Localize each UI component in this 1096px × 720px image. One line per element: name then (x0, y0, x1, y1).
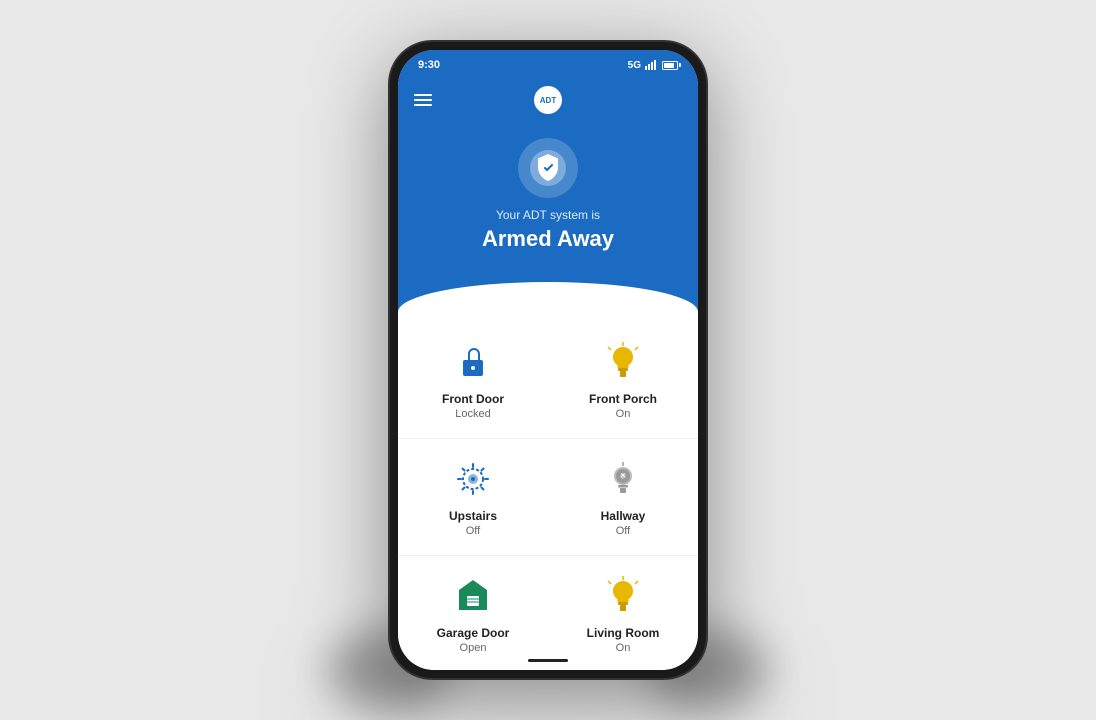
garage-door-icon (451, 574, 495, 618)
upstairs-icon (451, 457, 495, 501)
front-door-icon (451, 340, 495, 384)
garage-door-name: Garage Door (437, 626, 510, 640)
devices-section: Front Door Locked (398, 312, 698, 653)
status-bar: 9:30 5G (398, 50, 698, 78)
hallway-icon: × (601, 457, 645, 501)
status-time: 9:30 (418, 59, 440, 71)
hamburger-line (414, 99, 432, 101)
phone-body: 9:30 5G (388, 40, 708, 680)
wave-divider (398, 282, 698, 312)
hero-section: Your ADT system is Armed Away (398, 122, 698, 282)
home-bar (528, 659, 568, 662)
device-front-porch[interactable]: Front Porch On (548, 322, 698, 439)
device-front-door[interactable]: Front Door Locked (398, 322, 548, 439)
drag-handle[interactable] (536, 288, 560, 291)
device-living-room[interactable]: Living Room On (548, 556, 698, 653)
upstairs-name: Upstairs (449, 509, 497, 523)
phone-device: 9:30 5G (388, 40, 708, 680)
hamburger-line (414, 94, 432, 96)
hallway-name: Hallway (601, 509, 646, 523)
hamburger-line (414, 104, 432, 106)
living-room-icon (601, 574, 645, 618)
shield-icon (530, 150, 566, 186)
devices-grid: Front Door Locked (398, 322, 698, 653)
hero-subtitle: Your ADT system is (496, 208, 600, 222)
battery-icon (662, 61, 678, 70)
front-porch-icon (601, 340, 645, 384)
top-nav: ADT (398, 78, 698, 122)
hallway-status: Off (616, 525, 630, 537)
status-icons: 5G (628, 60, 678, 71)
front-porch-name: Front Porch (589, 392, 657, 406)
device-hallway[interactable]: × Hallway Off (548, 439, 698, 556)
adt-logo: ADT (532, 84, 564, 116)
hamburger-menu-button[interactable] (414, 94, 432, 106)
signal-strength-icon (645, 60, 656, 70)
garage-door-status: Open (460, 642, 487, 653)
living-room-name: Living Room (587, 626, 660, 640)
adt-logo-text: ADT (540, 96, 556, 105)
hero-title: Armed Away (482, 226, 614, 252)
device-upstairs[interactable]: Upstairs Off (398, 439, 548, 556)
front-door-name: Front Door (442, 392, 504, 406)
upstairs-status: Off (466, 525, 480, 537)
svg-text:×: × (621, 471, 626, 480)
phone-screen: 9:30 5G (398, 50, 698, 670)
front-door-status: Locked (455, 408, 490, 420)
living-room-status: On (616, 642, 631, 653)
front-porch-status: On (616, 408, 631, 420)
signal-text: 5G (628, 60, 641, 71)
shield-icon-container[interactable] (518, 138, 578, 198)
device-garage-door[interactable]: Garage Door Open (398, 556, 548, 653)
home-indicator (398, 653, 698, 670)
